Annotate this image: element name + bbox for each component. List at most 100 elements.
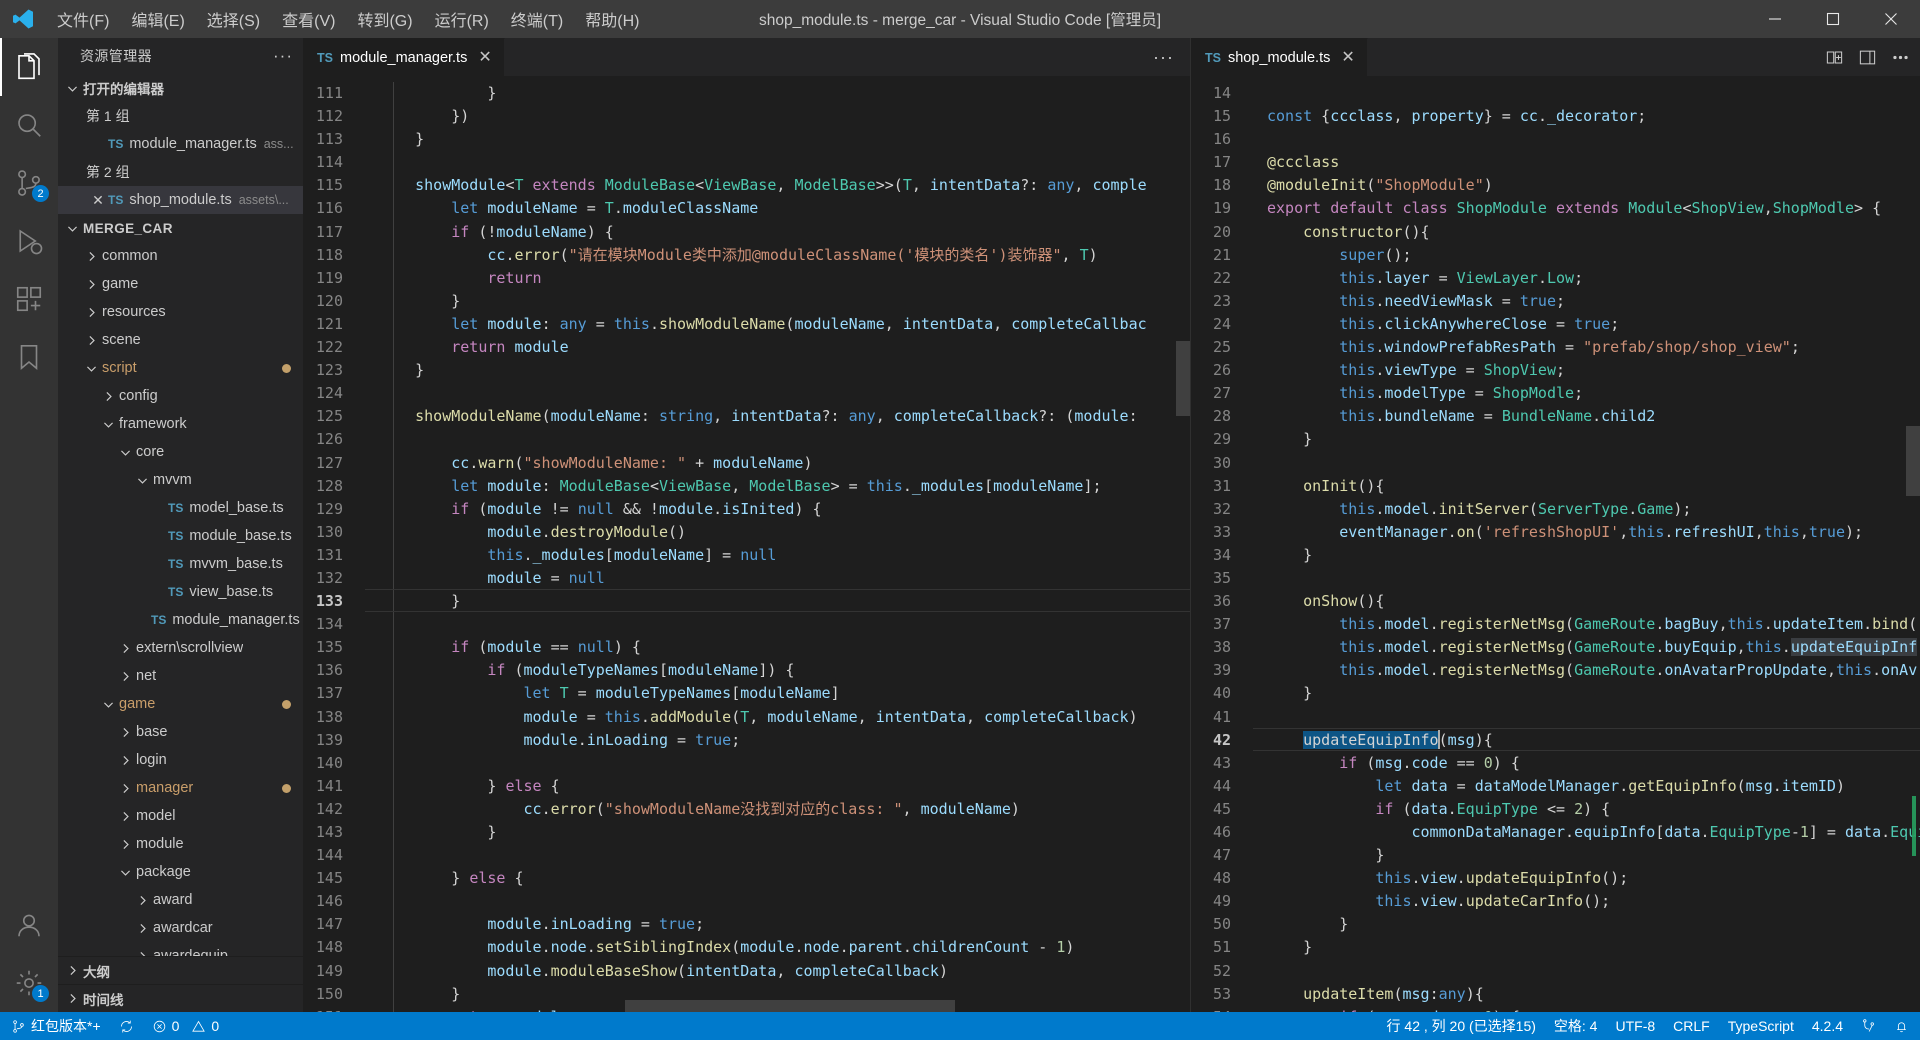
code-line[interactable]: 31 onInit(){ bbox=[1191, 475, 1920, 498]
code-line[interactable]: 22 this.layer = ViewLayer.Low; bbox=[1191, 267, 1920, 290]
tree-item[interactable]: core bbox=[58, 438, 303, 466]
status-remote[interactable] bbox=[1852, 1012, 1885, 1040]
status-ts-version[interactable]: 4.2.4 bbox=[1803, 1012, 1852, 1040]
code-line[interactable]: 128 let module: ModuleBase<ViewBase, Mod… bbox=[303, 475, 1190, 498]
code-line[interactable]: 138 module = this.addModule(T, moduleNam… bbox=[303, 706, 1190, 729]
code-line[interactable]: 145 } else { bbox=[303, 867, 1190, 890]
close-button[interactable] bbox=[1862, 0, 1920, 38]
editor-group-1-more-actions-icon[interactable]: ··· bbox=[1153, 38, 1190, 76]
code-line[interactable]: 40 } bbox=[1191, 682, 1920, 705]
code-line[interactable]: 119 return bbox=[303, 267, 1190, 290]
section-open-editors[interactable]: 打开的编辑器 bbox=[58, 74, 303, 102]
tree-item[interactable]: script bbox=[58, 354, 303, 382]
code-line[interactable]: 28 this.bundleName = BundleName.child2 bbox=[1191, 405, 1920, 428]
tree-item[interactable]: scene bbox=[58, 326, 303, 354]
code-line[interactable]: 16 bbox=[1191, 128, 1920, 151]
tree-item[interactable]: mvvm bbox=[58, 466, 303, 494]
code-line[interactable]: 41 bbox=[1191, 706, 1920, 729]
code-line[interactable]: 27 this.modelType = ShopModle; bbox=[1191, 382, 1920, 405]
status-notifications[interactable] bbox=[1885, 1012, 1918, 1040]
code-line[interactable]: 15 const {ccclass, property} = cc._decora… bbox=[1191, 105, 1920, 128]
code-line[interactable]: 134 bbox=[303, 613, 1190, 636]
chevron-right-icon[interactable] bbox=[83, 332, 100, 349]
sidebar-tree-scroll[interactable]: 打开的编辑器第 1 组 TS module_manager.ts ass... 第 2 … bbox=[58, 74, 303, 956]
code-line[interactable]: 19 export default class ShopModule extend… bbox=[1191, 197, 1920, 220]
chevron-right-icon[interactable] bbox=[64, 962, 81, 979]
activity-accounts[interactable] bbox=[0, 896, 58, 954]
code-line[interactable]: 26 this.viewType = ShopView; bbox=[1191, 359, 1920, 382]
code-line[interactable]: 129 if (module != null && !module.isInit… bbox=[303, 498, 1190, 521]
tree-item[interactable]: game bbox=[58, 270, 303, 298]
code-line[interactable]: 121 let module: any = this.showModuleNam… bbox=[303, 313, 1190, 336]
editor-group-1-code[interactable]: 111 } 112 }) 113 } 114 115 showModule<T exte… bbox=[303, 76, 1190, 1012]
code-line[interactable]: 20 constructor(){ bbox=[1191, 221, 1920, 244]
chevron-right-icon[interactable] bbox=[134, 948, 151, 956]
menu-item-5[interactable]: 运行(R) bbox=[424, 0, 500, 38]
chevron-right-icon[interactable] bbox=[117, 640, 134, 657]
code-line[interactable]: 23 this.needViewMask = true; bbox=[1191, 290, 1920, 313]
code-line[interactable]: 137 let T = moduleTypeNames[moduleName] bbox=[303, 682, 1190, 705]
sidebar-panel-1[interactable]: 时间线 bbox=[58, 984, 303, 1012]
code-line[interactable]: 127 cc.warn("showModuleName: " + moduleN… bbox=[303, 452, 1190, 475]
code-line[interactable]: 25 this.windowPrefabResPath = "prefab/sh… bbox=[1191, 336, 1920, 359]
chevron-down-icon[interactable] bbox=[100, 416, 117, 433]
open-editor-close-icon[interactable]: ✕ bbox=[88, 192, 108, 209]
code-line[interactable]: 141 } else { bbox=[303, 775, 1190, 798]
tree-item[interactable]: login bbox=[58, 746, 303, 774]
code-line[interactable]: 142 cc.error("showModuleName没找到对应的class:… bbox=[303, 798, 1190, 821]
code-line[interactable]: 37 this.model.registerNetMsg(GameRoute.b… bbox=[1191, 613, 1920, 636]
status-eol[interactable]: CRLF bbox=[1664, 1012, 1719, 1040]
code-line[interactable]: 136 if (moduleTypeNames[moduleName]) { bbox=[303, 659, 1190, 682]
code-line[interactable]: 17 @ccclass bbox=[1191, 151, 1920, 174]
code-line[interactable]: 114 bbox=[303, 151, 1190, 174]
status-problems[interactable]: 0 0 bbox=[143, 1012, 229, 1040]
status-indentation[interactable]: 空格: 4 bbox=[1545, 1012, 1607, 1040]
code-line[interactable]: 144 bbox=[303, 844, 1190, 867]
tab-close-icon[interactable]: ✕ bbox=[1341, 49, 1354, 66]
tree-item[interactable]: TS view_base.ts bbox=[58, 578, 303, 606]
menu-item-7[interactable]: 帮助(H) bbox=[574, 0, 650, 38]
code-line[interactable]: 112 }) bbox=[303, 105, 1190, 128]
chevron-right-icon[interactable] bbox=[64, 990, 81, 1007]
code-line[interactable]: 135 if (module == null) { bbox=[303, 636, 1190, 659]
tree-item[interactable]: TS model_base.ts bbox=[58, 494, 303, 522]
chevron-down-icon[interactable] bbox=[83, 360, 100, 377]
code-line[interactable]: 116 let moduleName = T.moduleClassName bbox=[303, 197, 1190, 220]
tree-item[interactable]: common bbox=[58, 242, 303, 270]
code-line[interactable]: 48 this.view.updateEquipInfo(); bbox=[1191, 867, 1920, 890]
code-line[interactable]: 122 return module bbox=[303, 336, 1190, 359]
code-line[interactable]: 39 this.model.registerNetMsg(GameRoute.o… bbox=[1191, 659, 1920, 682]
split-editor-icon[interactable] bbox=[1825, 48, 1844, 67]
status-language-mode[interactable]: TypeScript bbox=[1719, 1012, 1803, 1040]
code-line[interactable]: 149 module.moduleBaseShow(intentData, co… bbox=[303, 960, 1190, 983]
code-line[interactable]: 46 commonDataManager.equipInfo[data.Equi… bbox=[1191, 821, 1920, 844]
tree-item[interactable]: awardcar bbox=[58, 914, 303, 942]
code-line[interactable]: 140 bbox=[303, 752, 1190, 775]
code-line[interactable]: 131 this._modules[moduleName] = null bbox=[303, 544, 1190, 567]
code-line[interactable]: 45 if (data.EquipType <= 2) { bbox=[1191, 798, 1920, 821]
open-editor-item[interactable]: TS module_manager.ts ass... bbox=[58, 130, 303, 158]
tree-item[interactable]: award bbox=[58, 886, 303, 914]
code-line[interactable]: 115 showModule<T extends ModuleBase<View… bbox=[303, 174, 1190, 197]
sidebar-panel-0[interactable]: 大纲 bbox=[58, 956, 303, 984]
tree-item[interactable]: game bbox=[58, 690, 303, 718]
menu-item-4[interactable]: 转到(G) bbox=[346, 0, 423, 38]
tree-item[interactable]: net bbox=[58, 662, 303, 690]
code-line[interactable]: 43 if (msg.code == 0) { bbox=[1191, 752, 1920, 775]
code-line[interactable]: 132 module = null bbox=[303, 567, 1190, 590]
activity-bookmarks[interactable] bbox=[0, 328, 58, 386]
activity-extensions[interactable] bbox=[0, 270, 58, 328]
tree-item[interactable]: resources bbox=[58, 298, 303, 326]
code-line[interactable]: 111 } bbox=[303, 82, 1190, 105]
code-line[interactable]: 50 } bbox=[1191, 913, 1920, 936]
tree-item[interactable]: extern\scrollview bbox=[58, 634, 303, 662]
tree-item[interactable]: config bbox=[58, 382, 303, 410]
code-line[interactable]: 118 cc.error("请在模块Module类中添加@moduleClass… bbox=[303, 244, 1190, 267]
code-line[interactable]: 133 } bbox=[303, 590, 1190, 613]
code-line[interactable]: 38 this.model.registerNetMsg(GameRoute.b… bbox=[1191, 636, 1920, 659]
code-line[interactable]: 52 bbox=[1191, 960, 1920, 983]
tree-item[interactable]: model bbox=[58, 802, 303, 830]
code-line[interactable]: 53 updateItem(msg:any){ bbox=[1191, 983, 1920, 1006]
tree-item[interactable]: framework bbox=[58, 410, 303, 438]
tree-item[interactable]: base bbox=[58, 718, 303, 746]
